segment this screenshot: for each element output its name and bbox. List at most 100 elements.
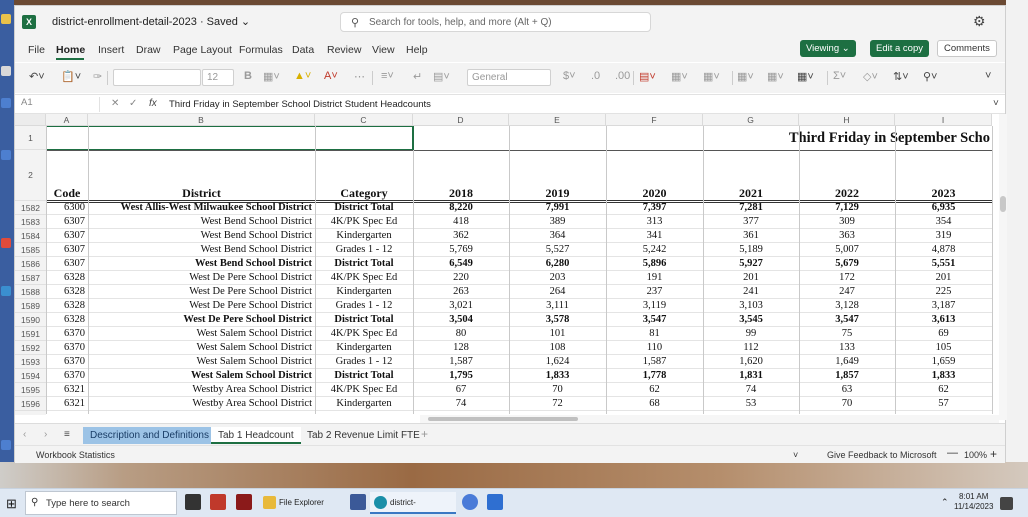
- headcount-cell[interactable]: 69: [895, 328, 992, 339]
- headcount-cell[interactable]: 72: [509, 398, 606, 409]
- headcount-cell[interactable]: 62: [606, 384, 703, 395]
- category-cell[interactable]: Kindergarten: [315, 342, 413, 353]
- district-name-cell[interactable]: West Salem School District: [88, 328, 312, 339]
- font-color-icon[interactable]: A˅: [324, 70, 338, 82]
- column-header[interactable]: E: [509, 114, 606, 126]
- headcount-cell[interactable]: 247: [799, 286, 895, 297]
- category-cell[interactable]: Grades 1 - 12: [315, 300, 413, 311]
- headcount-cell[interactable]: 1,833: [895, 370, 992, 381]
- menu-page-layout[interactable]: Page Layout: [173, 44, 232, 56]
- headcount-cell[interactable]: 3,578: [509, 314, 606, 325]
- district-name-cell[interactable]: West De Pere School District: [88, 272, 312, 283]
- district-name-cell[interactable]: Westby Area School District: [88, 398, 312, 409]
- district-code-cell[interactable]: 6307: [46, 230, 85, 241]
- edit-copy-button[interactable]: Edit a copy: [870, 40, 929, 57]
- headcount-cell[interactable]: 4,878: [895, 244, 992, 255]
- district-name-cell[interactable]: West Salem School District: [88, 342, 312, 353]
- headcount-cell[interactable]: 361: [703, 230, 799, 241]
- district-code-cell[interactable]: 6370: [46, 328, 85, 339]
- borders-icon[interactable]: ▦˅: [263, 70, 280, 83]
- headcount-cell[interactable]: 1,624: [509, 356, 606, 367]
- headcount-cell[interactable]: 1,833: [509, 370, 606, 381]
- district-name-cell[interactable]: West Bend School District: [88, 216, 312, 227]
- headcount-cell[interactable]: 3,128: [799, 300, 895, 311]
- row-header[interactable]: 1: [15, 126, 46, 150]
- district-name-cell[interactable]: West De Pere School District: [88, 314, 312, 325]
- formula-content[interactable]: Third Friday in September School Distric…: [169, 99, 431, 110]
- select-all-corner[interactable]: [15, 114, 46, 126]
- headcount-cell[interactable]: 263: [413, 286, 509, 297]
- headcount-cell[interactable]: 5,896: [606, 258, 703, 269]
- headcount-cell[interactable]: 5,527: [509, 244, 606, 255]
- workbook-statistics[interactable]: Workbook Statistics: [36, 450, 115, 460]
- zoom-out-icon[interactable]: —: [947, 447, 958, 459]
- headcount-cell[interactable]: 389: [509, 216, 606, 227]
- formula-expand-chevron-icon[interactable]: ˅: [993, 98, 999, 109]
- headcount-cell[interactable]: 5,551: [895, 258, 992, 269]
- menu-data[interactable]: Data: [292, 44, 314, 56]
- column-header[interactable]: F: [606, 114, 703, 126]
- tab-revenue-limit-fte[interactable]: Tab 2 Revenue Limit FTE: [300, 427, 427, 444]
- document-title[interactable]: district-enrollment-detail-2023 · Saved …: [52, 15, 250, 28]
- headcount-cell[interactable]: 3,021: [413, 300, 509, 311]
- horizontal-scrollbar[interactable]: [420, 415, 999, 423]
- find-icon[interactable]: ⚲˅: [923, 70, 937, 83]
- row-header[interactable]: 1589: [15, 299, 46, 313]
- headcount-cell[interactable]: 133: [799, 342, 895, 353]
- taskbar-file-explorer[interactable]: File Explorer: [259, 492, 345, 514]
- row-header[interactable]: 1596: [15, 397, 46, 411]
- confirm-icon[interactable]: ✓: [129, 98, 137, 109]
- headcount-cell[interactable]: 220: [413, 272, 509, 283]
- headcount-cell[interactable]: 112: [703, 342, 799, 353]
- mail-icon[interactable]: [487, 494, 503, 510]
- add-sheet-icon[interactable]: +: [421, 427, 428, 441]
- row-header[interactable]: 1588: [15, 285, 46, 299]
- sort-filter-icon[interactable]: ⇅˅: [893, 70, 909, 83]
- row-header[interactable]: 1586: [15, 257, 46, 271]
- headcount-cell[interactable]: 5,927: [703, 258, 799, 269]
- district-code-cell[interactable]: 6307: [46, 258, 85, 269]
- menu-review[interactable]: Review: [327, 44, 361, 56]
- status-chevron-icon[interactable]: ˅: [793, 450, 798, 460]
- category-cell[interactable]: District Total: [315, 202, 413, 213]
- menu-help[interactable]: Help: [406, 44, 428, 56]
- headcount-cell[interactable]: 377: [703, 216, 799, 227]
- headcount-cell[interactable]: 3,103: [703, 300, 799, 311]
- district-name-cell[interactable]: West Salem School District: [88, 356, 312, 367]
- decrease-decimal-icon[interactable]: .00: [615, 70, 630, 82]
- headcount-cell[interactable]: 418: [413, 216, 509, 227]
- desktop-icon[interactable]: [1, 238, 11, 248]
- desktop-icon[interactable]: [1, 150, 11, 160]
- headcount-cell[interactable]: 172: [799, 272, 895, 283]
- headcount-cell[interactable]: 63: [799, 384, 895, 395]
- menu-file[interactable]: File: [28, 44, 45, 56]
- feedback-link[interactable]: Give Feedback to Microsoft: [827, 450, 937, 460]
- zoom-level[interactable]: 100%: [964, 450, 987, 460]
- zoom-in-icon[interactable]: +: [990, 447, 997, 461]
- desktop-icon[interactable]: [1, 98, 11, 108]
- category-cell[interactable]: Grades 1 - 12: [315, 244, 413, 255]
- vertical-scrollbar[interactable]: [999, 114, 1007, 420]
- headcount-cell[interactable]: 3,545: [703, 314, 799, 325]
- headcount-cell[interactable]: 3,547: [799, 314, 895, 325]
- category-cell[interactable]: Grades 1 - 12: [315, 356, 413, 367]
- category-cell[interactable]: Kindergarten: [315, 286, 413, 297]
- row-header[interactable]: 1592: [15, 341, 46, 355]
- wrap-text-icon[interactable]: ↵: [413, 70, 422, 83]
- conditional-format-icon[interactable]: ▤˅: [639, 70, 656, 83]
- district-code-cell[interactable]: 6328: [46, 300, 85, 311]
- headcount-cell[interactable]: 5,007: [799, 244, 895, 255]
- row-header[interactable]: 1583: [15, 215, 46, 229]
- headcount-cell[interactable]: 110: [606, 342, 703, 353]
- row-header[interactable]: 1597: [15, 411, 46, 415]
- prev-sheet-icon[interactable]: ‹: [23, 429, 26, 440]
- desktop-icon[interactable]: [1, 14, 11, 24]
- district-name-cell[interactable]: West Bend School District: [88, 258, 312, 269]
- headcount-cell[interactable]: 70: [799, 398, 895, 409]
- headcount-cell[interactable]: 8,220: [413, 202, 509, 213]
- headcount-cell[interactable]: 1,649: [799, 356, 895, 367]
- category-cell[interactable]: 4K/PK Spec Ed: [315, 384, 413, 395]
- desktop-icon[interactable]: [1, 440, 11, 450]
- column-header[interactable]: D: [413, 114, 509, 126]
- headcount-cell[interactable]: 3,504: [413, 314, 509, 325]
